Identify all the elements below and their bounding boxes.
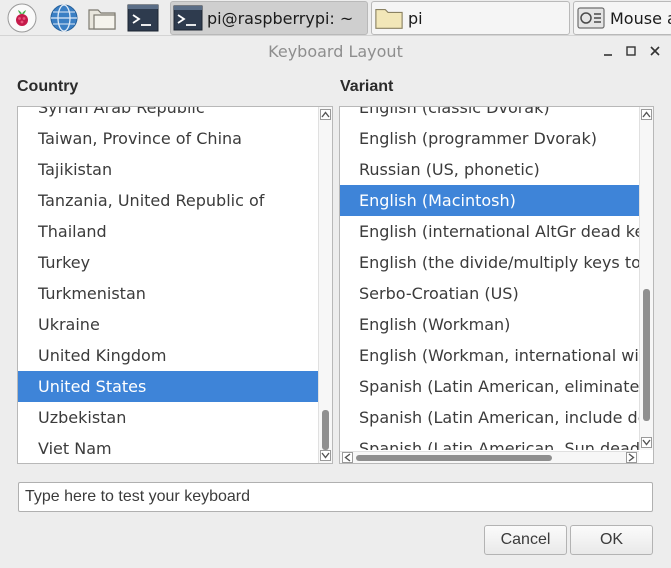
variant-scrollbar[interactable] — [639, 107, 653, 450]
file-manager-icon[interactable] — [86, 3, 118, 33]
country-list-item[interactable]: Syrian Arab Republic — [18, 107, 318, 123]
task-mouse-settings[interactable]: Mouse a — [573, 1, 671, 35]
web-browser-icon[interactable] — [48, 3, 80, 33]
scroll-up-icon[interactable] — [320, 109, 331, 120]
maximize-icon[interactable] — [621, 41, 641, 61]
country-list-item[interactable]: United States — [18, 371, 318, 402]
variant-list-item[interactable]: English (Workman) — [340, 309, 639, 340]
scrollbar-thumb[interactable] — [643, 289, 650, 421]
country-label: Country — [17, 78, 79, 95]
scroll-right-icon[interactable] — [626, 452, 637, 463]
variant-list-item[interactable]: English (classic Dvorak) — [340, 107, 639, 123]
country-list-item[interactable]: Viet Nam — [18, 433, 318, 463]
variant-label: Variant — [340, 78, 394, 95]
window-titlebar[interactable]: Keyboard Layout — [0, 37, 671, 67]
variant-list-item[interactable]: Serbo-Croatian (US) — [340, 278, 639, 309]
variant-list[interactable]: English (classic Dvorak) English (program… — [339, 106, 654, 464]
variant-horizontal-scrollbar[interactable] — [340, 451, 639, 463]
variant-list-item[interactable]: English (Macintosh) — [340, 185, 639, 216]
country-list-item[interactable]: Turkmenistan — [18, 278, 318, 309]
ok-button[interactable]: OK — [570, 525, 653, 555]
variant-list-item[interactable]: Russian (US, phonetic) — [340, 154, 639, 185]
terminal-icon[interactable] — [127, 3, 159, 33]
keyboard-test-input[interactable] — [18, 482, 653, 512]
country-list-item[interactable]: Thailand — [18, 216, 318, 247]
cancel-button[interactable]: Cancel — [484, 525, 567, 555]
scroll-down-icon[interactable] — [641, 437, 652, 448]
country-list-item[interactable]: Ukraine — [18, 309, 318, 340]
folder-icon — [374, 4, 404, 32]
task-label: pi@raspberrypi: ~ — [207, 8, 354, 28]
task-label: Mouse a — [610, 8, 671, 28]
terminal-icon — [173, 4, 203, 32]
country-scrollbar[interactable] — [318, 107, 332, 463]
task-terminal[interactable]: pi@raspberrypi: ~ — [170, 1, 368, 35]
scroll-left-icon[interactable] — [342, 452, 353, 463]
country-list-item[interactable]: Uzbekistan — [18, 402, 318, 433]
variant-list-item[interactable]: Spanish (Latin American, include dead ti… — [340, 402, 639, 433]
raspberry-menu-icon[interactable] — [6, 3, 38, 33]
variant-list-item[interactable]: Spanish (Latin American, eliminate dead … — [340, 371, 639, 402]
country-list-viewport: Syrian Arab Republic Taiwan, Province of … — [18, 107, 318, 463]
country-list-item[interactable]: Tajikistan — [18, 154, 318, 185]
variant-list-item[interactable]: Spanish (Latin American, Sun dead keys) — [340, 433, 639, 450]
scroll-down-icon[interactable] — [320, 450, 331, 461]
variant-list-item[interactable]: English (international AltGr dead keys) — [340, 216, 639, 247]
country-list-item[interactable]: Taiwan, Province of China — [18, 123, 318, 154]
close-icon[interactable] — [645, 41, 665, 61]
scrollbar-thumb[interactable] — [322, 410, 329, 450]
country-list[interactable]: Syrian Arab Republic Taiwan, Province of … — [17, 106, 333, 464]
variant-list-item[interactable]: English (programmer Dvorak) — [340, 123, 639, 154]
country-list-item[interactable]: United Kingdom — [18, 340, 318, 371]
horizontal-scrollbar-thumb[interactable] — [356, 455, 552, 461]
variant-list-item[interactable]: English (the divide/multiply keys toggle… — [340, 247, 639, 278]
task-label: pi — [408, 8, 423, 28]
taskbar: pi@raspberrypi: ~ pi Mouse a — [0, 0, 671, 36]
preferences-icon — [576, 4, 606, 32]
country-list-item[interactable]: Tanzania, United Republic of — [18, 185, 318, 216]
variant-list-item[interactable]: English (Workman, international with dea… — [340, 340, 639, 371]
variant-list-viewport: English (classic Dvorak) English (program… — [340, 107, 639, 450]
minimize-icon[interactable] — [598, 41, 618, 61]
scroll-up-icon[interactable] — [641, 109, 652, 120]
country-list-item[interactable]: Turkey — [18, 247, 318, 278]
task-folder-pi[interactable]: pi — [371, 1, 570, 35]
window-title: Keyboard Layout — [268, 42, 403, 61]
